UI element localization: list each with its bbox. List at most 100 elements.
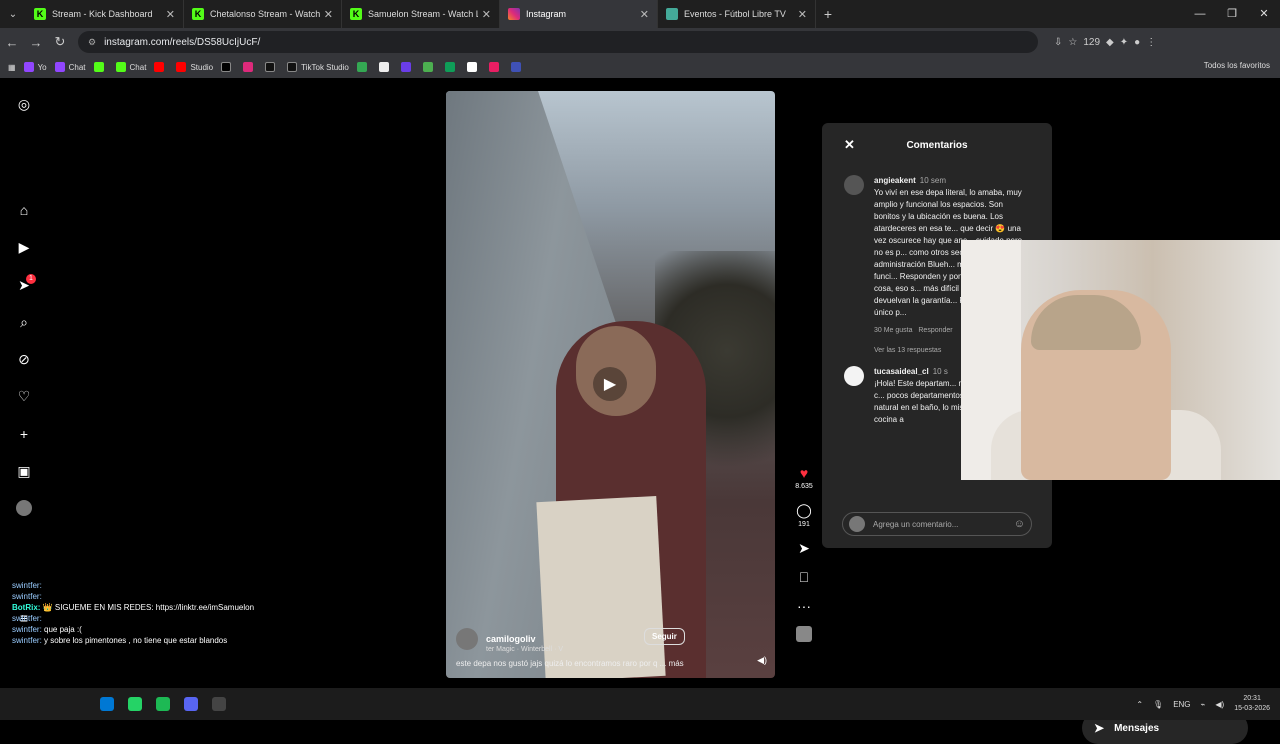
minimize-button[interactable]: — — [1184, 0, 1216, 28]
comment-likes[interactable]: 30 Me gusta — [874, 327, 913, 334]
more-icon: ··· — [797, 598, 811, 614]
bookmark-ext-5[interactable] — [488, 62, 503, 72]
profile-avatar[interactable] — [16, 500, 32, 516]
close-icon[interactable]: ✕ — [844, 137, 855, 153]
reel-author[interactable]: camilogoliv — [456, 628, 766, 650]
puzzle-icon[interactable]: ✦ — [1120, 37, 1128, 48]
reels-icon[interactable]: ▶ — [16, 239, 32, 255]
bookmark-ext-3[interactable] — [422, 62, 437, 72]
dashboard-icon[interactable]: ▣ — [16, 463, 32, 479]
explore-icon[interactable]: ⊘ — [16, 351, 32, 367]
all-bookmarks[interactable]: Todos los favoritos — [1204, 61, 1270, 70]
follow-button[interactable]: Seguir — [644, 628, 685, 645]
install-icon[interactable]: ⇩ — [1054, 37, 1062, 48]
bookmark-yo[interactable]: Yo — [23, 62, 47, 72]
bookmark-chat-2[interactable]: Chat — [115, 62, 146, 72]
extension-badge[interactable]: 129 — [1083, 37, 1100, 48]
profile-icon[interactable]: ● — [1134, 37, 1140, 48]
bookmark-tiktok-studio[interactable]: TikTok Studio — [287, 62, 349, 72]
close-tab-icon[interactable]: ✕ — [798, 8, 807, 21]
search-icon[interactable]: ⌕ — [16, 314, 32, 330]
bookmark-ext-2[interactable] — [400, 62, 415, 72]
bookmark-studio[interactable]: Studio — [176, 62, 213, 72]
comment-button[interactable]: ◯ 191 — [790, 502, 818, 528]
network-icon[interactable]: ⌁ — [1201, 700, 1206, 709]
reload-button[interactable]: ↻ — [48, 34, 72, 50]
bookmark-kick[interactable] — [93, 62, 108, 72]
language-indicator[interactable]: ENG — [1173, 700, 1190, 709]
close-tab-icon[interactable]: ✕ — [324, 8, 333, 21]
messenger-icon: ➤ — [1094, 721, 1105, 735]
url-input[interactable]: ⚙ instagram.com/reels/DS58UcIjUcF/ — [78, 31, 1038, 53]
create-icon[interactable]: + — [16, 426, 32, 442]
comment-user[interactable]: angieakent — [874, 176, 916, 185]
chevron-up-icon[interactable]: ⌃ — [1136, 700, 1143, 709]
discord-icon[interactable] — [184, 697, 198, 711]
chat-line: swintfer: — [12, 581, 42, 590]
apps-icon[interactable]: ▦ — [8, 63, 16, 72]
whatsapp-icon[interactable] — [128, 697, 142, 711]
close-tab-icon[interactable]: ✕ — [166, 8, 175, 21]
home-icon[interactable]: ⌂ — [16, 202, 32, 218]
bookmark-tiktok[interactable] — [265, 62, 279, 72]
bookmark-x[interactable] — [221, 62, 235, 72]
volume-tray-icon[interactable]: ◀) — [1215, 700, 1224, 709]
bookmark-ext-1[interactable] — [378, 62, 393, 72]
site-info-icon[interactable]: ⚙ — [88, 37, 96, 48]
menu-icon[interactable]: ⋮ — [1146, 37, 1156, 48]
reel-footer: camilogoliv Seguir ter Magic · Winterbel… — [456, 628, 766, 668]
volume-icon[interactable]: ◀) — [757, 655, 767, 666]
user-avatar — [849, 516, 865, 532]
forward-button[interactable]: → — [24, 35, 48, 50]
tab-instagram[interactable]: Instagram ✕ — [500, 0, 658, 28]
new-tab-button[interactable]: + — [816, 6, 840, 22]
chat-line: swintfer: — [12, 614, 42, 623]
tab-search-icon[interactable]: ⌄ — [0, 0, 26, 28]
edge-icon[interactable] — [100, 697, 114, 711]
reply-button[interactable]: Responder — [918, 327, 952, 334]
tab-chetalonso[interactable]: KChetalonso Stream - Watch Live✕ — [184, 0, 342, 28]
share-button[interactable]: ➤ — [790, 540, 818, 557]
author-avatar[interactable] — [456, 628, 478, 650]
emoji-icon[interactable]: ☺ — [1014, 518, 1025, 530]
instagram-logo-icon[interactable]: ◎ — [16, 96, 32, 112]
like-button[interactable]: ♥ 8.635 — [790, 465, 818, 490]
bookmark-youtube[interactable] — [154, 62, 168, 72]
webcam-overlay — [961, 240, 1280, 480]
mic-icon[interactable]: 🎙 — [1153, 700, 1163, 709]
obs-icon[interactable] — [212, 697, 226, 711]
comment-user[interactable]: tucasaideal_cl — [874, 367, 929, 376]
bookmark-ext-4[interactable] — [466, 62, 481, 72]
reel-video[interactable]: ▶ camilogoliv Seguir ter Magic · Winterb… — [446, 91, 775, 678]
close-tab-icon[interactable]: ✕ — [640, 8, 649, 21]
tab-samuelon[interactable]: KSamuelon Stream - Watch Live✕ — [342, 0, 500, 28]
tab-eventos[interactable]: Eventos - Fútbol Libre TV ✕ — [658, 0, 816, 28]
extension-icon[interactable]: ◆ — [1106, 37, 1114, 48]
bookmark-instagram[interactable] — [243, 62, 257, 72]
bookmark-sheets[interactable] — [444, 62, 459, 72]
clock[interactable]: 20:31 15-03-2026 — [1234, 694, 1270, 714]
tab-kick-dashboard[interactable]: K Stream - Kick Dashboard ✕ — [26, 0, 184, 28]
audio-thumbnail[interactable] — [790, 626, 818, 645]
save-button[interactable]: ⎕ — [790, 569, 818, 586]
comment-avatar[interactable] — [844, 366, 864, 386]
heart-icon[interactable]: ♡ — [16, 388, 32, 404]
comment-avatar[interactable] — [844, 175, 864, 195]
more-button[interactable]: ··· — [790, 598, 818, 614]
close-window-button[interactable]: ✕ — [1248, 0, 1280, 28]
bookmark-drive[interactable] — [356, 62, 371, 72]
bookmark-star-icon[interactable]: ☆ — [1068, 37, 1077, 48]
bookmark-chat[interactable]: Chat — [54, 62, 86, 72]
spotify-icon[interactable] — [156, 697, 170, 711]
audio-thumb-icon — [796, 626, 812, 642]
kick-icon: K — [192, 8, 204, 20]
taskbar-apps — [100, 697, 226, 711]
comment-input[interactable]: Agrega un comentario... ☺ — [842, 512, 1032, 536]
reel-caption[interactable]: este depa nos gustó jajs quizá lo encont… — [456, 659, 766, 668]
play-icon[interactable]: ▶ — [593, 367, 627, 401]
back-button[interactable]: ← — [0, 35, 24, 50]
system-tray: ⌃ 🎙 ENG ⌁ ◀) 20:31 15-03-2026 — [1136, 688, 1270, 720]
restore-button[interactable]: ❐ — [1216, 0, 1248, 28]
bookmark-ext-6[interactable] — [510, 62, 525, 72]
close-tab-icon[interactable]: ✕ — [482, 8, 491, 21]
